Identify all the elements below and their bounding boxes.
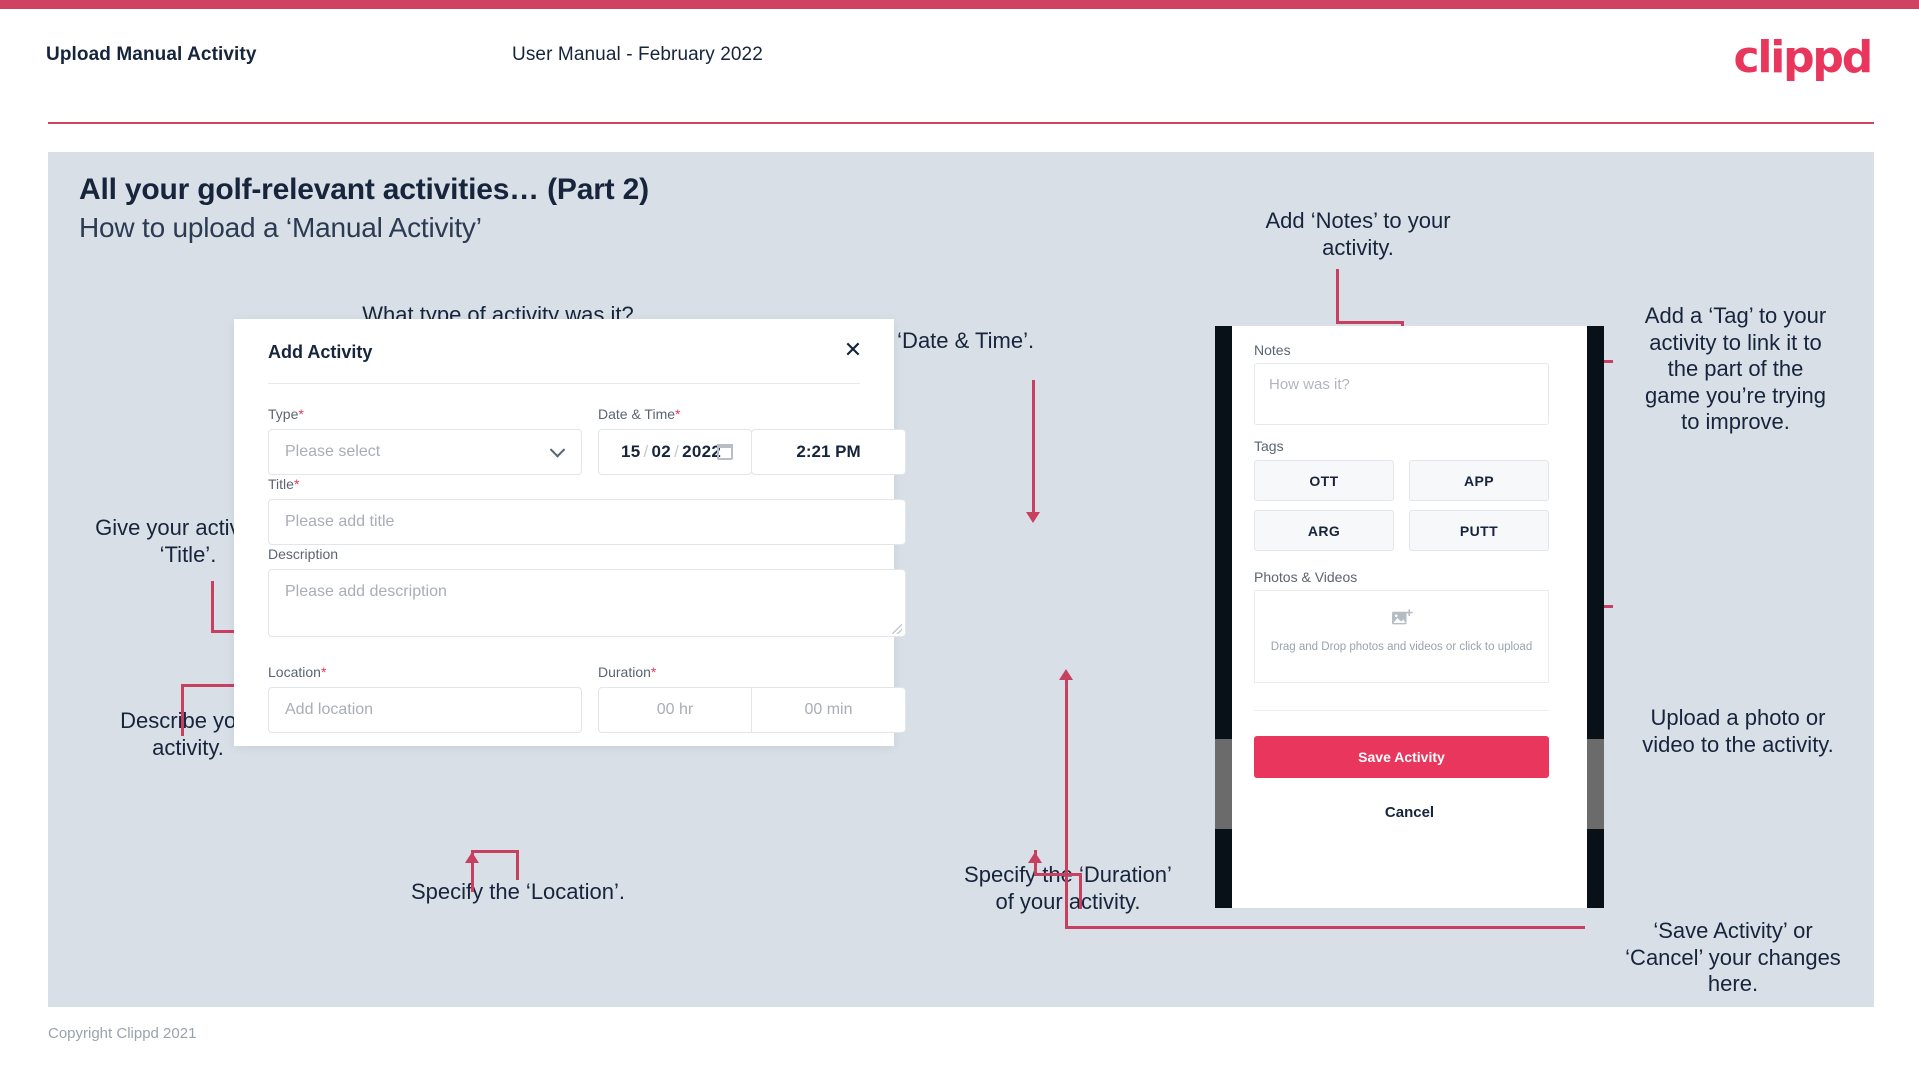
tag-button-putt[interactable]: PUTT xyxy=(1409,510,1549,551)
top-accent-bar xyxy=(0,0,1919,9)
date-day: 15 xyxy=(621,442,641,461)
photos-label: Photos & Videos xyxy=(1254,569,1358,585)
annotation-notes: Add ‘Notes’ to your activity. xyxy=(1265,208,1451,260)
arrow-notes-seg xyxy=(1336,321,1404,324)
annotation-photos: Upload a photo or video to the activity. xyxy=(1642,705,1834,757)
resize-grip-icon[interactable] xyxy=(892,624,902,634)
tags-label: Tags xyxy=(1254,438,1284,454)
time-field[interactable]: 2:21 PM xyxy=(751,429,906,475)
tag-label-app: APP xyxy=(1464,472,1494,489)
arrow-duration-seg2 xyxy=(1079,873,1082,909)
arrow-datetime xyxy=(1032,380,1035,514)
add-image-icon xyxy=(1391,609,1413,625)
save-activity-button[interactable]: Save Activity xyxy=(1254,736,1549,778)
slide-canvas: All your golf-relevant activities… (Part… xyxy=(48,152,1874,1007)
duration-label: Duration* xyxy=(598,664,656,680)
type-select[interactable]: Please select xyxy=(268,429,582,475)
duration-label-text: Duration xyxy=(598,664,651,680)
dialog-title: Add Activity xyxy=(268,342,373,362)
notes-textarea[interactable]: How was it? xyxy=(1254,363,1549,425)
duration-minutes[interactable]: 00 min xyxy=(751,687,906,733)
duration-minutes-placeholder: 00 min xyxy=(804,701,853,718)
title-required: * xyxy=(293,476,300,492)
duration-hours-placeholder: 00 hr xyxy=(656,701,694,718)
annotation-location: Specify the ‘Location’. xyxy=(410,879,626,904)
title-label: Title* xyxy=(268,476,299,492)
arrow-notes xyxy=(1336,269,1339,324)
phone-scrollbar-right[interactable] xyxy=(1587,739,1604,829)
notes-placeholder: How was it? xyxy=(1269,376,1350,393)
calendar-icon[interactable] xyxy=(717,444,733,460)
phone-scrollbar-left[interactable] xyxy=(1215,739,1232,829)
location-label-text: Location xyxy=(268,664,321,680)
annotation-tags: Add a ‘Tag’ to your activity to link it … xyxy=(1644,303,1827,435)
photo-dropzone[interactable]: Drag and Drop photos and videos or click… xyxy=(1254,590,1549,683)
date-value: 15/02/2022 xyxy=(621,442,722,461)
tag-label-arg: ARG xyxy=(1307,522,1341,539)
annotation-save: ‘Save Activity’ or ‘Cancel’ your changes… xyxy=(1625,918,1841,997)
location-required: * xyxy=(320,664,327,680)
tag-button-arg[interactable]: ARG xyxy=(1254,510,1394,551)
duration-required: * xyxy=(650,664,657,680)
cancel-button[interactable]: Cancel xyxy=(1232,804,1587,821)
phone-screen: Notes How was it? Tags OTT APP ARG PUTT xyxy=(1232,326,1587,908)
location-input[interactable]: Add location xyxy=(268,687,582,733)
arrow-save-seg xyxy=(1065,680,1068,928)
arrow-duration-seg xyxy=(1034,873,1082,876)
arrow-location-seg2 xyxy=(516,850,519,880)
page-title: Upload Manual Activity xyxy=(46,44,257,65)
copyright: Copyright Clippd 2021 xyxy=(48,1025,197,1042)
description-label-text: Description xyxy=(268,546,339,562)
arrow-duration-head xyxy=(1028,852,1042,863)
clippd-logo: clippd xyxy=(1733,32,1873,83)
type-required: * xyxy=(298,406,304,422)
title-input[interactable]: Please add title xyxy=(268,499,906,545)
close-icon[interactable]: ✕ xyxy=(838,335,868,365)
datetime-label-text: Date & Time xyxy=(598,406,676,422)
tag-button-app[interactable]: APP xyxy=(1409,460,1549,501)
type-placeholder: Please select xyxy=(285,443,381,460)
slide-subheading: How to upload a ‘Manual Activity’ xyxy=(79,212,482,243)
arrow-datetime-head xyxy=(1026,512,1040,523)
type-label-text: Type xyxy=(268,406,299,422)
arrow-description xyxy=(181,684,184,736)
add-activity-dialog: Add Activity ✕ Type* Please select Date … xyxy=(234,319,906,746)
time-value: 2:21 PM xyxy=(796,442,861,461)
location-label: Location* xyxy=(268,664,326,680)
date-month: 02 xyxy=(651,442,672,461)
notes-label: Notes xyxy=(1254,342,1291,358)
arrow-title xyxy=(211,581,214,632)
dropzone-text: Drag and Drop photos and videos or click… xyxy=(1270,641,1533,653)
tag-label-putt: PUTT xyxy=(1459,522,1499,539)
description-textarea[interactable]: Please add description xyxy=(268,569,906,637)
arrow-location-head xyxy=(465,852,479,863)
duration-hours[interactable]: 00 hr xyxy=(598,687,752,733)
page-subtitle: User Manual - February 2022 xyxy=(512,44,763,65)
datetime-label: Date & Time* xyxy=(598,406,680,422)
dialog-divider xyxy=(268,383,860,384)
date-year: 2022 xyxy=(682,442,722,461)
annotation-duration: Specify the ‘Duration’ of your activity. xyxy=(964,862,1172,914)
datetime-required: * xyxy=(675,406,681,422)
date-field[interactable]: 15/02/2022 xyxy=(598,429,752,475)
header-divider xyxy=(48,122,1874,124)
location-placeholder: Add location xyxy=(285,701,374,718)
description-label: Description xyxy=(268,546,338,562)
phone-divider xyxy=(1254,710,1549,711)
arrow-save xyxy=(1065,926,1585,929)
tag-label-ott: OTT xyxy=(1309,472,1339,489)
slide-heading: All your golf-relevant activities… (Part… xyxy=(79,173,649,206)
tag-button-ott[interactable]: OTT xyxy=(1254,460,1394,501)
title-placeholder: Please add title xyxy=(285,513,395,530)
arrow-save-head xyxy=(1059,669,1073,680)
title-label-text: Title xyxy=(268,476,294,492)
type-label: Type* xyxy=(268,406,304,422)
slide-root: Upload Manual Activity User Manual - Feb… xyxy=(0,0,1919,1079)
chevron-down-icon xyxy=(549,442,566,458)
description-placeholder: Please add description xyxy=(285,583,447,600)
phone-mock: Notes How was it? Tags OTT APP ARG PUTT xyxy=(1215,326,1604,908)
save-activity-label: Save Activity xyxy=(1358,749,1445,765)
